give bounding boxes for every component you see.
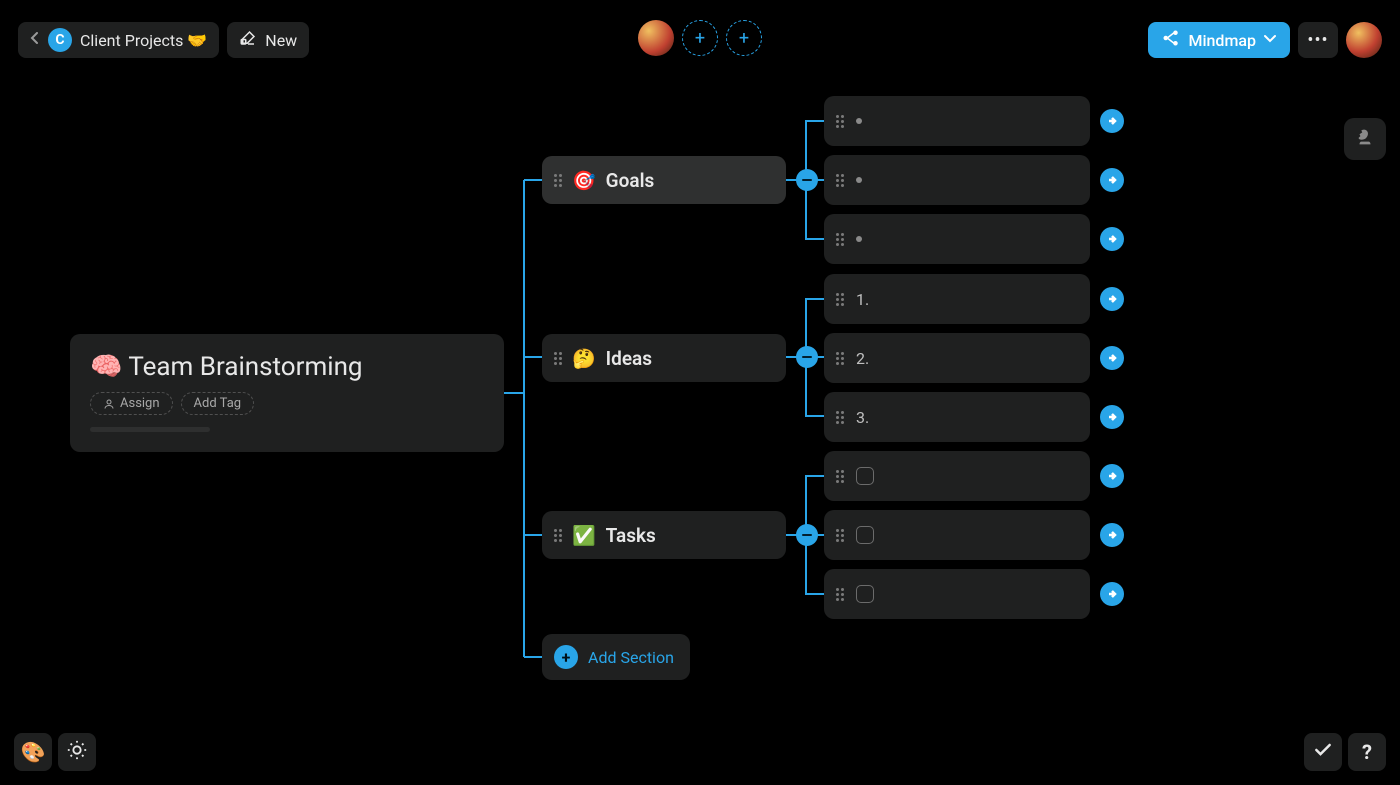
drag-handle-icon[interactable] (836, 174, 844, 187)
palette-icon: 🎨 (21, 740, 46, 764)
add-tag-chip[interactable]: Add Tag (181, 392, 255, 415)
item-node[interactable] (824, 569, 1090, 619)
bottom-right-tools: ? (1304, 733, 1386, 771)
section-label: Ideas (606, 347, 652, 370)
add-section-label: Add Section (588, 648, 674, 667)
bullet-icon (856, 177, 862, 183)
collapse-button[interactable] (796, 524, 818, 546)
drag-handle-icon[interactable] (836, 115, 844, 128)
collapse-button[interactable] (796, 346, 818, 368)
drag-handle-icon[interactable] (836, 293, 844, 306)
expand-item-button[interactable] (1100, 523, 1124, 547)
checkbox[interactable] (856, 467, 874, 485)
item-text: 1. (856, 290, 869, 309)
drag-handle-icon[interactable] (836, 588, 844, 601)
assign-chip[interactable]: Assign (90, 392, 173, 415)
add-section-button[interactable]: + Add Section (542, 634, 690, 680)
assign-label: Assign (120, 396, 160, 411)
item-node[interactable]: 3. (824, 392, 1090, 442)
expand-item-button[interactable] (1100, 582, 1124, 606)
knight-icon (1354, 126, 1376, 152)
section-node-goals[interactable]: 🎯 Goals (542, 156, 786, 204)
drag-handle-icon[interactable] (836, 411, 844, 424)
root-title-text: Team Brainstorming (128, 352, 362, 382)
expand-item-button[interactable] (1100, 346, 1124, 370)
root-title: 🧠 Team Brainstorming (90, 352, 484, 382)
expand-item-button[interactable] (1100, 405, 1124, 429)
checkbox[interactable] (856, 526, 874, 544)
question-icon: ? (1362, 740, 1372, 764)
minus-icon (802, 534, 812, 537)
drag-handle-icon[interactable] (554, 352, 562, 365)
bottom-left-tools: 🎨 (14, 733, 96, 771)
item-node[interactable] (824, 214, 1090, 264)
check-icon (1313, 740, 1333, 765)
help-button[interactable]: ? (1348, 733, 1386, 771)
bullet-icon (856, 118, 862, 124)
drag-handle-icon[interactable] (554, 529, 562, 542)
bullet-icon (856, 236, 862, 242)
section-emoji: ✅ (572, 524, 596, 547)
expand-item-button[interactable] (1100, 227, 1124, 251)
add-tag-label: Add Tag (194, 396, 242, 411)
mindmap-canvas[interactable]: 🧠 Team Brainstorming Assign Add Tag 🎯 Go… (0, 0, 1400, 785)
item-text: 3. (856, 408, 869, 427)
item-text: 2. (856, 349, 869, 368)
user-icon (103, 398, 115, 410)
drag-handle-icon[interactable] (554, 174, 562, 187)
drag-handle-icon[interactable] (836, 470, 844, 483)
item-node[interactable] (824, 451, 1090, 501)
checkbox[interactable] (856, 585, 874, 603)
section-emoji: 🤔 (572, 347, 596, 370)
item-node[interactable] (824, 510, 1090, 560)
sun-icon (66, 739, 88, 766)
section-label: Tasks (606, 524, 656, 547)
section-node-ideas[interactable]: 🤔 Ideas (542, 334, 786, 382)
expand-item-button[interactable] (1100, 287, 1124, 311)
expand-item-button[interactable] (1100, 168, 1124, 192)
drag-handle-icon[interactable] (836, 352, 844, 365)
progress-bar (90, 427, 210, 432)
presentation-button[interactable] (1344, 118, 1386, 160)
brightness-button[interactable] (58, 733, 96, 771)
item-node[interactable] (824, 155, 1090, 205)
item-node[interactable] (824, 96, 1090, 146)
expand-item-button[interactable] (1100, 464, 1124, 488)
theme-palette-button[interactable]: 🎨 (14, 733, 52, 771)
section-emoji: 🎯 (572, 169, 596, 192)
drag-handle-icon[interactable] (836, 233, 844, 246)
section-node-tasks[interactable]: ✅ Tasks (542, 511, 786, 559)
root-node[interactable]: 🧠 Team Brainstorming Assign Add Tag (70, 334, 504, 452)
confirm-button[interactable] (1304, 733, 1342, 771)
minus-icon (802, 179, 812, 182)
root-emoji: 🧠 (90, 352, 122, 382)
drag-handle-icon[interactable] (836, 529, 844, 542)
section-label: Goals (606, 169, 655, 192)
minus-icon (802, 356, 812, 359)
collapse-button[interactable] (796, 169, 818, 191)
item-node[interactable]: 1. (824, 274, 1090, 324)
expand-item-button[interactable] (1100, 109, 1124, 133)
plus-icon: + (554, 645, 578, 669)
item-node[interactable]: 2. (824, 333, 1090, 383)
